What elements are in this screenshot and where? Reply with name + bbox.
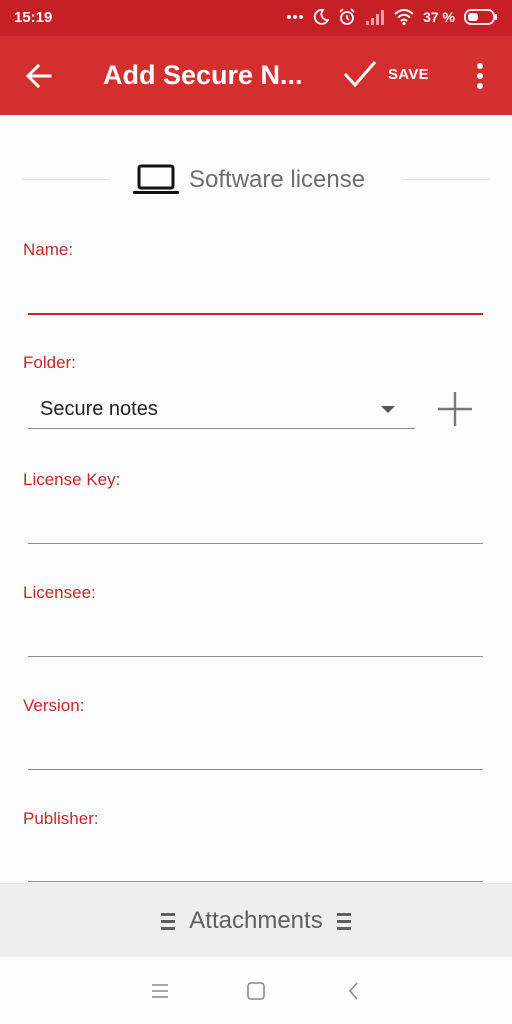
more-options-button[interactable]	[472, 62, 488, 90]
alarm-icon	[338, 8, 356, 26]
publisher-label: Publisher:	[23, 809, 99, 828]
note-type-label: Software license	[189, 166, 366, 193]
drag-handle-icon	[336, 913, 351, 930]
folder-select[interactable]: Secure notes	[28, 392, 415, 429]
license-key-label: License Key:	[23, 470, 121, 489]
home-square-icon	[247, 982, 265, 1000]
nav-back-button[interactable]	[342, 979, 366, 1003]
plus-icon	[438, 392, 472, 426]
add-folder-button[interactable]	[436, 390, 474, 428]
chevron-down-icon	[381, 406, 395, 413]
back-chevron-icon	[348, 982, 358, 1000]
divider	[402, 179, 490, 180]
back-arrow-icon	[25, 63, 52, 89]
battery-icon	[464, 9, 498, 25]
publisher-field[interactable]	[28, 881, 483, 882]
more-dots-icon	[286, 14, 304, 20]
status-time: 15:19	[14, 9, 53, 26]
licensee-field[interactable]	[28, 656, 483, 657]
folder-value: Secure notes	[40, 398, 158, 420]
battery-percent: 37 %	[423, 9, 455, 25]
attachments-label: Attachments	[189, 907, 323, 934]
status-icons: 37 %	[286, 8, 498, 26]
signal-icon	[365, 9, 385, 25]
page-title: Add Secure N...	[103, 60, 303, 90]
license-key-field[interactable]	[28, 543, 483, 544]
licensee-label: Licensee:	[23, 583, 96, 602]
back-button[interactable]	[24, 62, 54, 90]
folder-label: Folder:	[23, 353, 76, 372]
menu-icon	[152, 984, 168, 998]
version-field[interactable]	[28, 769, 483, 770]
attachments-bar[interactable]: Attachments	[0, 883, 512, 958]
nav-menu-button[interactable]	[148, 979, 172, 1003]
more-vert-icon	[477, 63, 483, 89]
status-bar: 15:19 37 %	[0, 0, 512, 36]
system-nav-bar	[0, 957, 512, 1024]
drag-handle-icon	[161, 913, 176, 930]
nav-home-button[interactable]	[244, 979, 268, 1003]
name-field[interactable]	[28, 313, 483, 315]
version-label: Version:	[23, 696, 85, 715]
save-label: SAVE	[388, 65, 429, 83]
moon-icon	[313, 9, 330, 25]
name-label: Name:	[23, 240, 74, 259]
divider	[22, 179, 110, 180]
app-bar: Add Secure N... SAVE	[0, 36, 512, 115]
save-button[interactable]: SAVE	[342, 58, 429, 90]
checkmark-icon	[343, 61, 377, 88]
note-type-header: Software license	[0, 160, 512, 200]
laptop-icon	[133, 164, 179, 194]
wifi-icon	[394, 9, 414, 25]
